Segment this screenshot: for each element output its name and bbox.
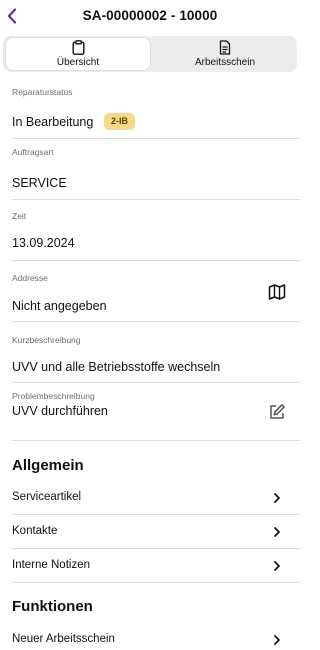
zeit-label: Zeit bbox=[12, 211, 27, 221]
status-label: Reparaturstatus bbox=[12, 87, 73, 97]
zeit-field: Zeit 13.09.2024 bbox=[12, 200, 300, 261]
problembeschreibung-field: Problembeschreibung UVV durchführen bbox=[12, 383, 300, 441]
adresse-field: Addresse Nicht angegeben bbox=[12, 261, 300, 322]
top-bar: SA-00000002 - 10000 bbox=[0, 0, 300, 34]
chevron-right-icon bbox=[274, 561, 280, 571]
kurzbeschreibung-value: UVV und alle Betriebsstoffe wechseln bbox=[12, 360, 221, 374]
section-allgemein-title: Allgemein bbox=[12, 457, 84, 474]
auftragsart-value: SERVICE bbox=[12, 176, 67, 190]
list-item-kontakte[interactable]: Kontakte bbox=[12, 516, 300, 549]
clipboard-icon bbox=[72, 40, 85, 55]
kurzbeschreibung-field: Kurzbeschreibung UVV und alle Betriebsst… bbox=[12, 322, 300, 383]
status-badge: 2-IB bbox=[104, 113, 136, 130]
tab-label: Arbeitsschein bbox=[194, 57, 256, 68]
list-item-label: Serviceartikel bbox=[12, 491, 82, 503]
problembeschreibung-label: Problembeschreibung bbox=[12, 391, 95, 401]
tab-arbeitsschein[interactable]: Arbeitsschein bbox=[153, 38, 297, 70]
status-value: In Bearbeitung bbox=[12, 115, 94, 129]
list-item-serviceartikel[interactable]: Serviceartikel bbox=[12, 482, 300, 515]
list-item-neuer-arbeitsschein[interactable]: Neuer Arbeitsschein bbox=[12, 624, 300, 650]
section-funktionen-title: Funktionen bbox=[12, 598, 93, 615]
auftragsart-field: Auftragsart SERVICE bbox=[12, 139, 300, 200]
tab-label: Übersicht bbox=[56, 57, 100, 68]
edit-icon[interactable] bbox=[268, 403, 286, 421]
adresse-label: Addresse bbox=[12, 273, 48, 283]
tab-ubersicht[interactable]: Übersicht bbox=[6, 38, 150, 70]
zeit-value: 13.09.2024 bbox=[12, 236, 75, 250]
list-item-label: Kontakte bbox=[12, 525, 58, 537]
kurzbeschreibung-label: Kurzbeschreibung bbox=[12, 335, 81, 345]
adresse-value: Nicht angegeben bbox=[12, 299, 107, 313]
tab-bar: Übersicht Arbeitsschein bbox=[3, 36, 297, 72]
list-item-label: Interne Notizen bbox=[12, 559, 90, 571]
list-item-label: Neuer Arbeitsschein bbox=[12, 633, 115, 645]
page-title: SA-00000002 - 10000 bbox=[82, 8, 218, 23]
status-field: Reparaturstatus In Bearbeitung 2-IB bbox=[12, 82, 300, 139]
map-icon[interactable] bbox=[268, 283, 286, 301]
auftragsart-label: Auftragsart bbox=[12, 147, 54, 157]
list-item-interne-notizen[interactable]: Interne Notizen bbox=[12, 550, 300, 583]
problembeschreibung-value: UVV durchführen bbox=[12, 404, 108, 418]
chevron-right-icon bbox=[274, 527, 280, 537]
document-icon bbox=[219, 40, 231, 55]
chevron-right-icon bbox=[274, 493, 280, 503]
chevron-right-icon bbox=[274, 635, 280, 645]
